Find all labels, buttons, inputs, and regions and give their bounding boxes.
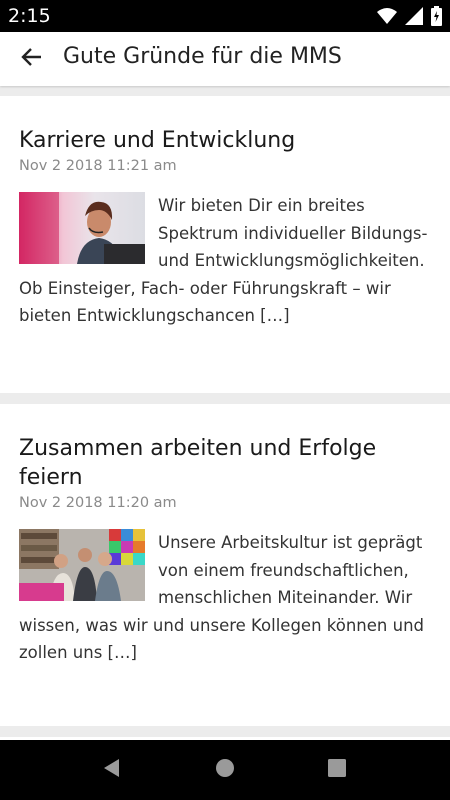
nav-recents-button[interactable] (325, 758, 349, 782)
article-list[interactable]: Karriere und Entwicklung Nov 2 2018 11:2… (0, 86, 450, 740)
page-title: Gute Gründe für die MMS (63, 44, 342, 69)
status-bar: 2:15 (0, 0, 450, 32)
article-thumbnail[interactable] (19, 529, 145, 601)
article-body: Wir bieten Dir ein breites Spektrum indi… (19, 192, 431, 330)
arrow-left-icon (20, 47, 42, 72)
article-body: Unsere Arbeitskultur ist geprägt von ein… (19, 529, 431, 667)
app-bar: Gute Gründe für die MMS (0, 32, 450, 86)
article-date: Nov 2 2018 11:20 am (19, 495, 177, 511)
battery-charging-icon (431, 6, 442, 31)
article-title[interactable]: Zusammen arbeiten und Erfolge feiern (19, 434, 431, 492)
back-triangle-icon (102, 758, 122, 783)
wifi-icon (377, 7, 397, 30)
woman-with-headset-photo (19, 192, 145, 264)
system-nav-bar (0, 740, 450, 800)
article-title[interactable]: Karriere und Entwicklung (19, 126, 431, 155)
nav-back-button[interactable] (100, 758, 124, 782)
home-circle-icon (215, 758, 235, 783)
article-card-zusammen[interactable]: Zusammen arbeiten und Erfolge feiern Nov… (0, 404, 450, 726)
cellular-signal-icon (405, 7, 423, 30)
article-card-karriere[interactable]: Karriere und Entwicklung Nov 2 2018 11:2… (0, 96, 450, 393)
article-date: Nov 2 2018 11:21 am (19, 158, 177, 174)
recents-square-icon (327, 758, 347, 783)
article-thumbnail[interactable] (19, 192, 145, 264)
nav-home-button[interactable] (213, 758, 237, 782)
back-button[interactable] (12, 40, 50, 78)
status-icons (377, 6, 442, 31)
status-time: 2:15 (8, 5, 51, 27)
team-group-photo (19, 529, 145, 601)
